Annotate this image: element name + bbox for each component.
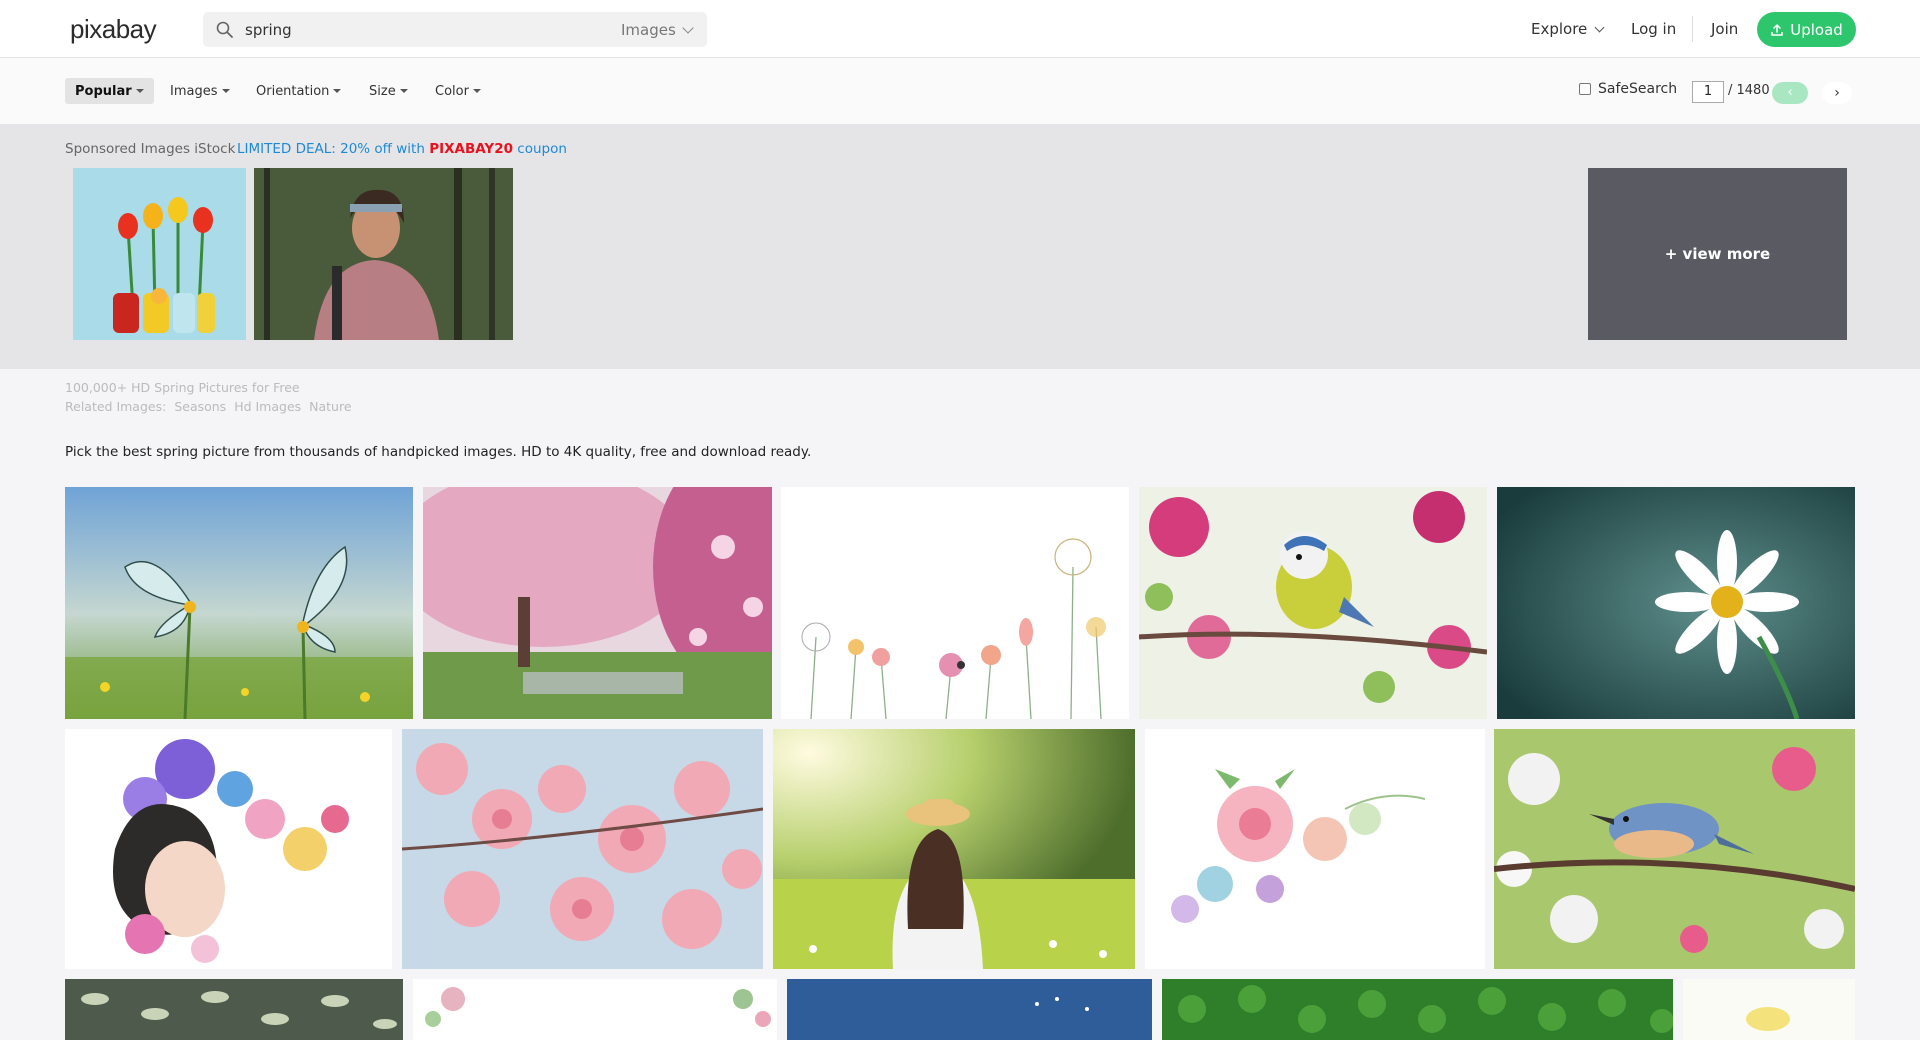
image-girl-flower-illustration[interactable] (65, 729, 392, 969)
sponsored-image-tulips[interactable] (73, 168, 246, 340)
image-floral-watercolor-corner[interactable] (413, 979, 777, 1040)
image-woman-in-meadow[interactable] (773, 729, 1135, 969)
prev-page-button[interactable]: ‹ (1772, 82, 1808, 104)
view-more-button[interactable]: + view more (1588, 168, 1847, 340)
image-leaf-pattern[interactable] (65, 979, 403, 1040)
explore-menu[interactable]: Explore (1531, 20, 1605, 38)
safesearch-label: SafeSearch (1598, 81, 1678, 97)
image-butterflies-meadow[interactable] (65, 487, 413, 719)
image-blue-sky-dandelion[interactable] (787, 979, 1152, 1040)
upload-button[interactable]: Upload (1757, 12, 1856, 47)
sponsored-deal-link[interactable]: LIMITED DEAL: 20% off with PIXABAY20 cou… (237, 141, 567, 157)
explore-label: Explore (1531, 20, 1588, 38)
caret-down-icon (472, 89, 481, 93)
deal-suffix: coupon (517, 141, 567, 157)
chevron-down-icon (1594, 22, 1605, 33)
search-type-dropdown[interactable]: Images (621, 21, 694, 39)
filter-color[interactable]: Color (425, 78, 491, 104)
related-link-seasons[interactable]: Seasons (174, 399, 226, 414)
page-total: / 1480 (1728, 83, 1770, 98)
page-number-input[interactable]: 1 (1692, 81, 1724, 103)
next-page-button[interactable]: › (1822, 82, 1852, 104)
filter-size-label: Size (369, 83, 396, 99)
image-pink-cherry-blossoms[interactable] (402, 729, 763, 969)
image-watercolor-wildflowers[interactable] (781, 487, 1129, 719)
related-label: Related Images: (65, 399, 167, 414)
image-watercolor-flower-wreath[interactable] (1145, 729, 1485, 969)
caret-down-icon (221, 89, 230, 93)
image-white-daisy[interactable] (1497, 487, 1855, 719)
search-type-label: Images (621, 21, 676, 39)
search-input[interactable] (245, 18, 605, 41)
filter-popular[interactable]: Popular (65, 78, 154, 104)
pixabay-logo[interactable]: pixabay (70, 14, 157, 45)
filter-color-label: Color (435, 83, 469, 99)
filter-popular-label: Popular (75, 83, 132, 99)
filter-orientation[interactable]: Orientation (246, 78, 351, 104)
related-link-nature[interactable]: Nature (309, 399, 351, 414)
nav-divider (1692, 16, 1693, 42)
search-bar[interactable]: Images (203, 12, 707, 47)
safesearch-checkbox[interactable] (1579, 83, 1591, 95)
related-images: Related Images: Seasons Hd Images Nature (65, 399, 356, 414)
sponsored-image-hiker-woman[interactable] (254, 168, 513, 340)
image-blossom-tree-park[interactable] (423, 487, 772, 719)
sponsored-label: Sponsored Images iStock (65, 141, 236, 157)
safesearch-toggle[interactable]: SafeSearch (1579, 81, 1677, 97)
caret-down-icon (333, 89, 342, 93)
page-description: Pick the best spring picture from thousa… (65, 444, 812, 460)
deal-code: PIXABAY20 (429, 141, 513, 157)
image-nuthatch-in-blossoms[interactable] (1494, 729, 1855, 969)
deal-prefix: LIMITED DEAL: 20% off with (237, 141, 425, 157)
image-green-leaves[interactable] (1162, 979, 1673, 1040)
caret-down-icon (399, 89, 408, 93)
page-heading: 100,000+ HD Spring Pictures for Free (65, 380, 300, 395)
filter-size[interactable]: Size (359, 78, 418, 104)
image-blue-tit-on-branch[interactable] (1139, 487, 1487, 719)
filter-orientation-label: Orientation (256, 83, 330, 99)
upload-icon (1771, 23, 1783, 36)
image-yellow-flower[interactable] (1683, 979, 1855, 1040)
caret-down-icon (135, 89, 144, 93)
filter-images[interactable]: Images (160, 78, 240, 104)
related-link-hd-images[interactable]: Hd Images (234, 399, 301, 414)
top-header: pixabay Images Explore Log in Join Uploa… (0, 0, 1920, 58)
chevron-down-icon (682, 22, 694, 34)
join-link[interactable]: Join (1711, 20, 1738, 38)
search-icon[interactable] (215, 20, 235, 40)
upload-label: Upload (1790, 20, 1843, 39)
filter-images-label: Images (170, 83, 218, 99)
login-link[interactable]: Log in (1631, 20, 1676, 38)
